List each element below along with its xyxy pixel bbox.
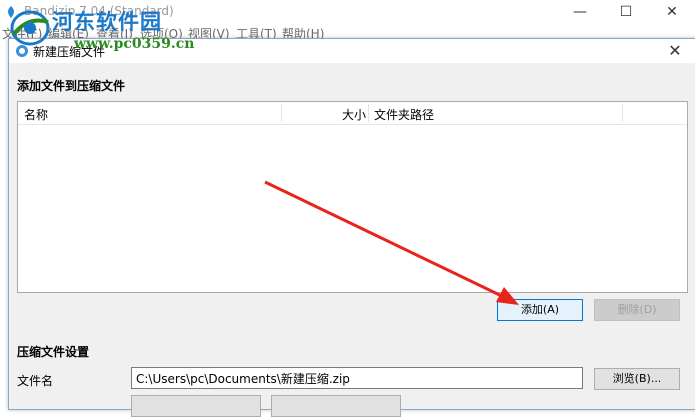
column-divider xyxy=(368,104,369,122)
column-name[interactable]: 名称 xyxy=(24,106,48,123)
filename-label: 文件名 xyxy=(17,374,54,388)
maximize-button[interactable]: ☐ xyxy=(603,0,649,24)
watermark-logo-icon xyxy=(10,10,50,46)
minimize-button[interactable]: — xyxy=(557,0,603,24)
watermark-site-name: 河东软件园 xyxy=(52,9,162,34)
column-folder-path[interactable]: 文件夹路径 xyxy=(374,106,434,123)
format-dropdown[interactable] xyxy=(131,395,261,417)
browse-button[interactable]: 浏览(B)... xyxy=(594,368,680,390)
new-archive-dialog: 新建压缩文件 ✕ 添加文件到压缩文件 名称 大小 文件夹路径 添加(A) 删除(… xyxy=(8,38,695,417)
column-divider xyxy=(281,104,282,122)
file-list-header: 名称 大小 文件夹路径 xyxy=(18,102,687,125)
filename-input[interactable] xyxy=(131,367,583,389)
close-window-button[interactable]: ✕ xyxy=(649,0,695,24)
file-list[interactable]: 名称 大小 文件夹路径 xyxy=(17,101,688,293)
delete-button[interactable]: 删除(D) xyxy=(594,299,680,321)
add-button[interactable]: 添加(A) xyxy=(497,299,583,321)
dialog-close-button[interactable]: ✕ xyxy=(663,40,687,62)
watermark-url: www.pc0359.cn xyxy=(74,36,195,52)
options-dropdown[interactable] xyxy=(271,395,401,417)
files-section-heading: 添加文件到压缩文件 xyxy=(17,79,126,93)
column-size[interactable]: 大小 xyxy=(342,106,366,123)
settings-section-heading: 压缩文件设置 xyxy=(17,345,90,359)
column-divider xyxy=(622,104,623,122)
